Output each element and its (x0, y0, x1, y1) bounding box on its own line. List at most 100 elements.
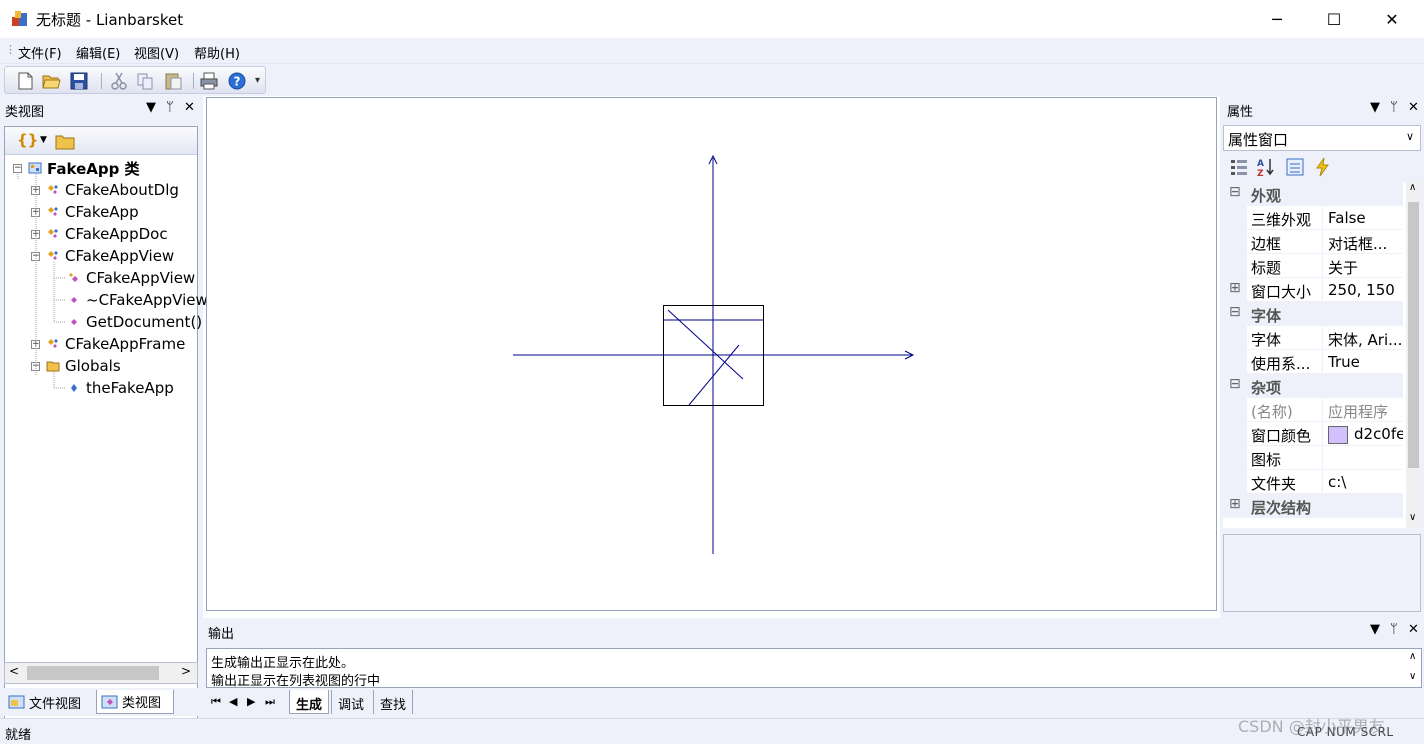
scroll-up-icon[interactable]: ∧ (1409, 182, 1416, 193)
paste-icon[interactable] (163, 71, 183, 91)
copy-icon[interactable] (135, 71, 155, 91)
sort-icon[interactable]: {} (17, 131, 38, 149)
toolbar-overflow-icon[interactable]: ▾ (255, 75, 260, 86)
property-value[interactable]: 250, 150 (1324, 278, 1403, 302)
scroll-up-icon[interactable]: ∧ (1409, 651, 1416, 662)
properties-object-select[interactable]: 属性窗口 ∨ (1223, 125, 1421, 151)
property-row[interactable]: 使用系... True (1223, 350, 1403, 374)
collapse-icon[interactable]: − (13, 163, 22, 173)
pane-close-icon[interactable]: ✕ (1408, 100, 1424, 115)
property-value[interactable]: 应用程序 (1324, 398, 1403, 422)
pane-menu-icon[interactable]: ▼ (1370, 100, 1386, 115)
cut-icon[interactable] (109, 71, 129, 91)
tab-class-view[interactable]: 类视图 (96, 690, 174, 714)
last-tab-icon[interactable]: ⏭ (265, 695, 275, 709)
class-tree-hscrollbar[interactable]: < > (4, 662, 198, 684)
next-tab-icon[interactable]: ▶ (247, 695, 255, 708)
tree-item-class[interactable]: + CFakeAppDoc (31, 223, 168, 245)
expand-icon[interactable]: + (31, 185, 40, 195)
tree-item-method[interactable]: CFakeAppView (67, 267, 195, 289)
property-row[interactable]: 文件夹 c:\ (1223, 470, 1403, 494)
save-icon[interactable] (69, 71, 89, 91)
open-folder-icon[interactable] (41, 71, 61, 91)
pin-icon[interactable]: ᛘ (1390, 100, 1404, 115)
property-category[interactable]: ⊟ 外观 (1223, 182, 1403, 206)
collapse-icon[interactable]: − (31, 251, 40, 261)
close-button[interactable]: ✕ (1363, 0, 1421, 38)
scroll-left-icon[interactable]: < (9, 664, 19, 678)
expand-icon[interactable]: + (31, 339, 40, 349)
property-value[interactable]: 宋体, Ari... (1324, 326, 1403, 350)
first-tab-icon[interactable]: ⏮ (211, 695, 221, 709)
prev-tab-icon[interactable]: ◀ (229, 695, 237, 708)
property-pages-icon[interactable] (1285, 157, 1305, 177)
property-row[interactable]: 标题 关于 (1223, 254, 1403, 278)
chevron-down-icon[interactable]: ∨ (1406, 130, 1414, 143)
new-folder-icon[interactable] (55, 133, 75, 150)
property-value[interactable]: c:\ (1324, 470, 1403, 494)
menu-view[interactable]: 视图(V) (134, 43, 179, 62)
property-category[interactable]: ⊞ 层次结构 (1223, 494, 1403, 518)
tab-find[interactable]: 查找 (373, 690, 414, 714)
expand-icon[interactable]: ⊞ (1229, 496, 1241, 512)
tree-item-method[interactable]: GetDocument() (67, 311, 202, 333)
expand-icon[interactable]: + (31, 207, 40, 217)
tab-debug[interactable]: 调试 (331, 690, 370, 714)
sort-dropdown-icon[interactable]: ▼ (40, 135, 47, 145)
property-category[interactable]: ⊟ 杂项 (1223, 374, 1403, 398)
pin-icon[interactable]: ᛘ (1390, 622, 1404, 637)
property-row[interactable]: 字体 宋体, Ari... (1223, 326, 1403, 350)
alphabetical-sort-icon[interactable]: AZ (1256, 157, 1276, 177)
property-value[interactable]: d2c0fe (1324, 422, 1403, 446)
tree-item-folder[interactable]: − Globals (31, 355, 121, 377)
tree-item-class[interactable]: + CFakeApp (31, 201, 139, 223)
menu-edit[interactable]: 编辑(E) (76, 43, 120, 62)
pane-close-icon[interactable]: ✕ (1408, 622, 1424, 637)
collapse-icon[interactable]: ⊟ (1229, 184, 1241, 200)
tree-item-class[interactable]: + CFakeAppFrame (31, 333, 185, 355)
menu-file[interactable]: 文件(F) (18, 43, 62, 62)
property-row[interactable]: 图标 (1223, 446, 1403, 470)
tab-file-view[interactable]: 文件视图 (4, 690, 94, 714)
scroll-down-icon[interactable]: ∨ (1409, 512, 1416, 523)
help-icon[interactable]: ? (227, 71, 247, 91)
menu-help[interactable]: 帮助(H) (194, 43, 240, 62)
property-category[interactable]: ⊟ 字体 (1223, 302, 1403, 326)
color-swatch[interactable] (1328, 425, 1348, 444)
property-row[interactable]: 三维外观 False (1223, 206, 1403, 230)
scrollbar-thumb[interactable] (27, 666, 159, 680)
property-value[interactable]: True (1324, 350, 1403, 374)
property-value[interactable]: False (1324, 206, 1403, 230)
property-row[interactable]: 窗口颜色 d2c0fe (1223, 422, 1403, 446)
property-value[interactable]: 关于 (1324, 254, 1403, 278)
tree-item-class[interactable]: + CFakeAboutDlg (31, 179, 179, 201)
collapse-icon[interactable]: ⊟ (1229, 376, 1241, 392)
pane-menu-icon[interactable]: ▼ (146, 100, 162, 115)
collapse-icon[interactable]: ⊟ (1229, 304, 1241, 320)
pane-menu-icon[interactable]: ▼ (1370, 622, 1386, 637)
tab-build[interactable]: 生成 (289, 690, 330, 714)
minimize-button[interactable]: ─ (1248, 0, 1306, 38)
property-row[interactable]: 边框 对话框... (1223, 230, 1403, 254)
maximize-button[interactable]: ☐ (1305, 0, 1363, 38)
new-file-icon[interactable] (15, 71, 35, 91)
property-grid-vscrollbar[interactable]: ∧ ∨ (1406, 182, 1421, 528)
property-value[interactable] (1324, 446, 1403, 470)
print-icon[interactable] (199, 71, 219, 91)
property-row[interactable]: ⊞ 窗口大小 250, 150 (1223, 278, 1403, 302)
scroll-right-icon[interactable]: > (181, 664, 191, 678)
scroll-down-icon[interactable]: ∨ (1409, 671, 1416, 682)
property-row[interactable]: (名称) 应用程序 (1223, 398, 1403, 422)
property-value[interactable]: 对话框... (1324, 230, 1403, 254)
collapse-icon[interactable]: − (31, 361, 40, 371)
expand-icon[interactable]: ⊞ (1229, 280, 1241, 296)
scrollbar-thumb[interactable] (1408, 202, 1419, 468)
tree-item-class[interactable]: − CFakeAppView (31, 245, 174, 267)
events-icon[interactable] (1313, 157, 1333, 177)
pin-icon[interactable]: ᛘ (166, 100, 180, 115)
pane-close-icon[interactable]: ✕ (184, 100, 201, 115)
tree-item-root[interactable]: − FakeApp 类 (13, 157, 140, 179)
expand-icon[interactable]: + (31, 229, 40, 239)
tree-item-method[interactable]: ~CFakeAppView (67, 289, 208, 311)
categorized-icon[interactable] (1229, 157, 1249, 177)
